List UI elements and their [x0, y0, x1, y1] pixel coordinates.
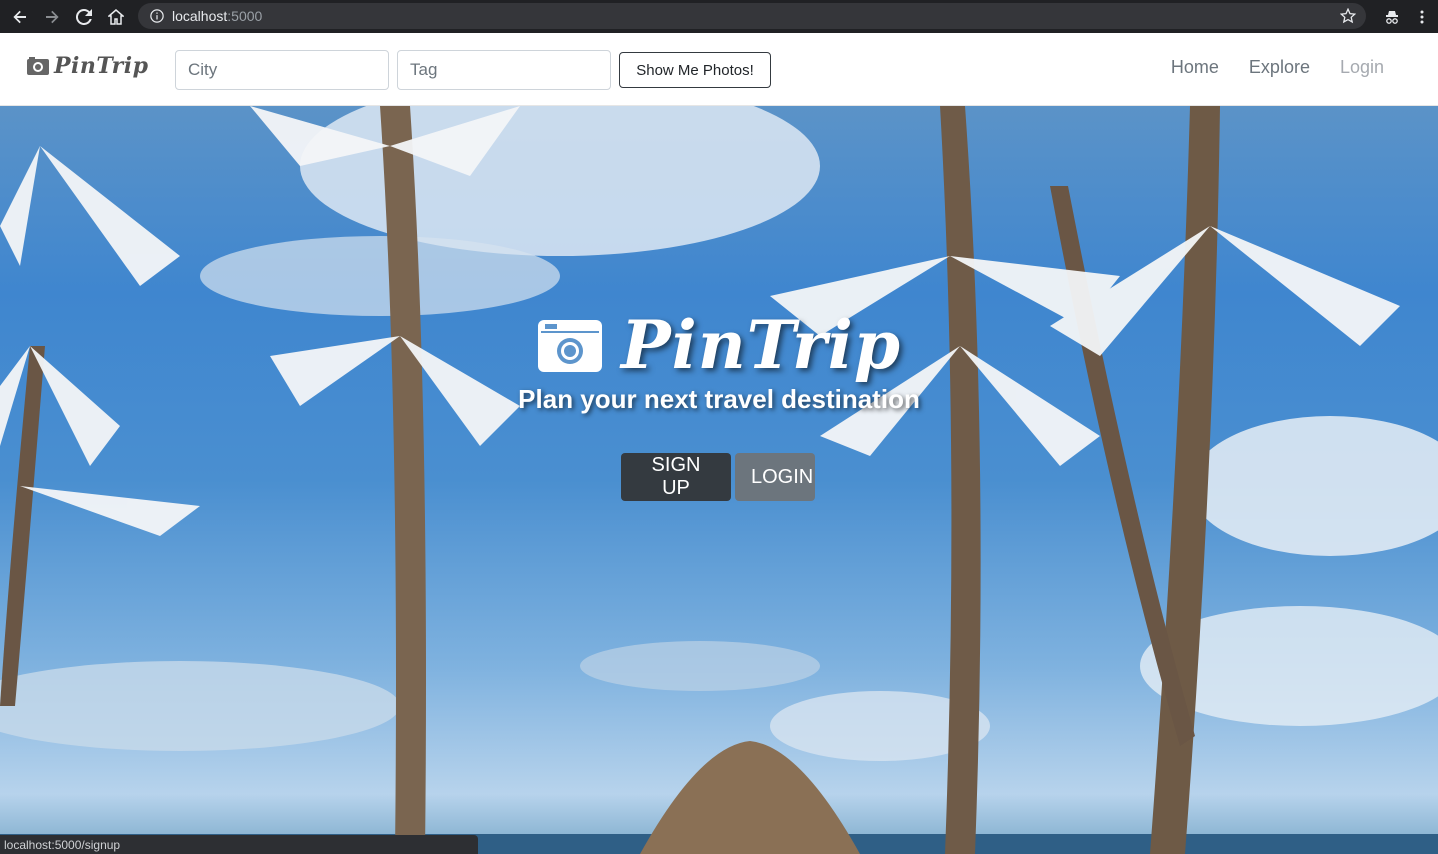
show-photos-button[interactable]: Show Me Photos! — [619, 52, 771, 88]
info-icon — [150, 9, 164, 23]
url-text: localhost:5000 — [172, 8, 262, 24]
menu-icon[interactable] — [1414, 9, 1430, 25]
city-input[interactable] — [175, 50, 389, 90]
nav-login[interactable]: Login — [1340, 57, 1384, 78]
back-icon — [13, 10, 26, 23]
back-button[interactable] — [4, 2, 36, 32]
camera-icon — [27, 57, 49, 75]
incognito-icon[interactable] — [1384, 9, 1400, 25]
address-bar[interactable]: localhost:5000 — [138, 3, 1366, 29]
brand-logo[interactable]: PinTrip — [26, 53, 149, 79]
hero-section: PinTrip Plan your next travel destinatio… — [0, 106, 1438, 854]
star-icon[interactable] — [1340, 8, 1356, 24]
login-button[interactable]: LOGIN — [735, 453, 815, 501]
hero-logo: PinTrip — [537, 306, 901, 384]
camera-icon — [538, 320, 602, 372]
forward-button[interactable] — [36, 2, 68, 32]
home-icon — [108, 8, 124, 25]
hero-title: PinTrip — [621, 306, 901, 384]
hero-subtitle: Plan your next travel destination — [518, 384, 920, 414]
url-port: :5000 — [227, 8, 263, 24]
nav-home[interactable]: Home — [1171, 57, 1219, 78]
forward-icon — [46, 10, 59, 23]
browser-toolbar: localhost:5000 — [0, 0, 1438, 33]
status-bar-url: localhost:5000/signup — [0, 835, 478, 854]
reload-button[interactable] — [68, 2, 100, 32]
url-host: localhost — [172, 8, 228, 24]
home-button[interactable] — [100, 2, 132, 32]
brand-name: PinTrip — [54, 53, 149, 79]
tag-input[interactable] — [397, 50, 611, 90]
nav-explore[interactable]: Explore — [1249, 57, 1310, 78]
reload-icon — [76, 8, 92, 25]
app-navbar: PinTrip Show Me Photos! Home Explore Log… — [0, 33, 1438, 106]
signup-button[interactable]: SIGN UP — [621, 453, 731, 501]
nav-links: Home Explore Login — [1171, 57, 1384, 78]
hero-buttons: SIGN UP LOGIN — [621, 453, 815, 501]
hero-content: PinTrip Plan your next travel destinatio… — [0, 306, 1438, 415]
